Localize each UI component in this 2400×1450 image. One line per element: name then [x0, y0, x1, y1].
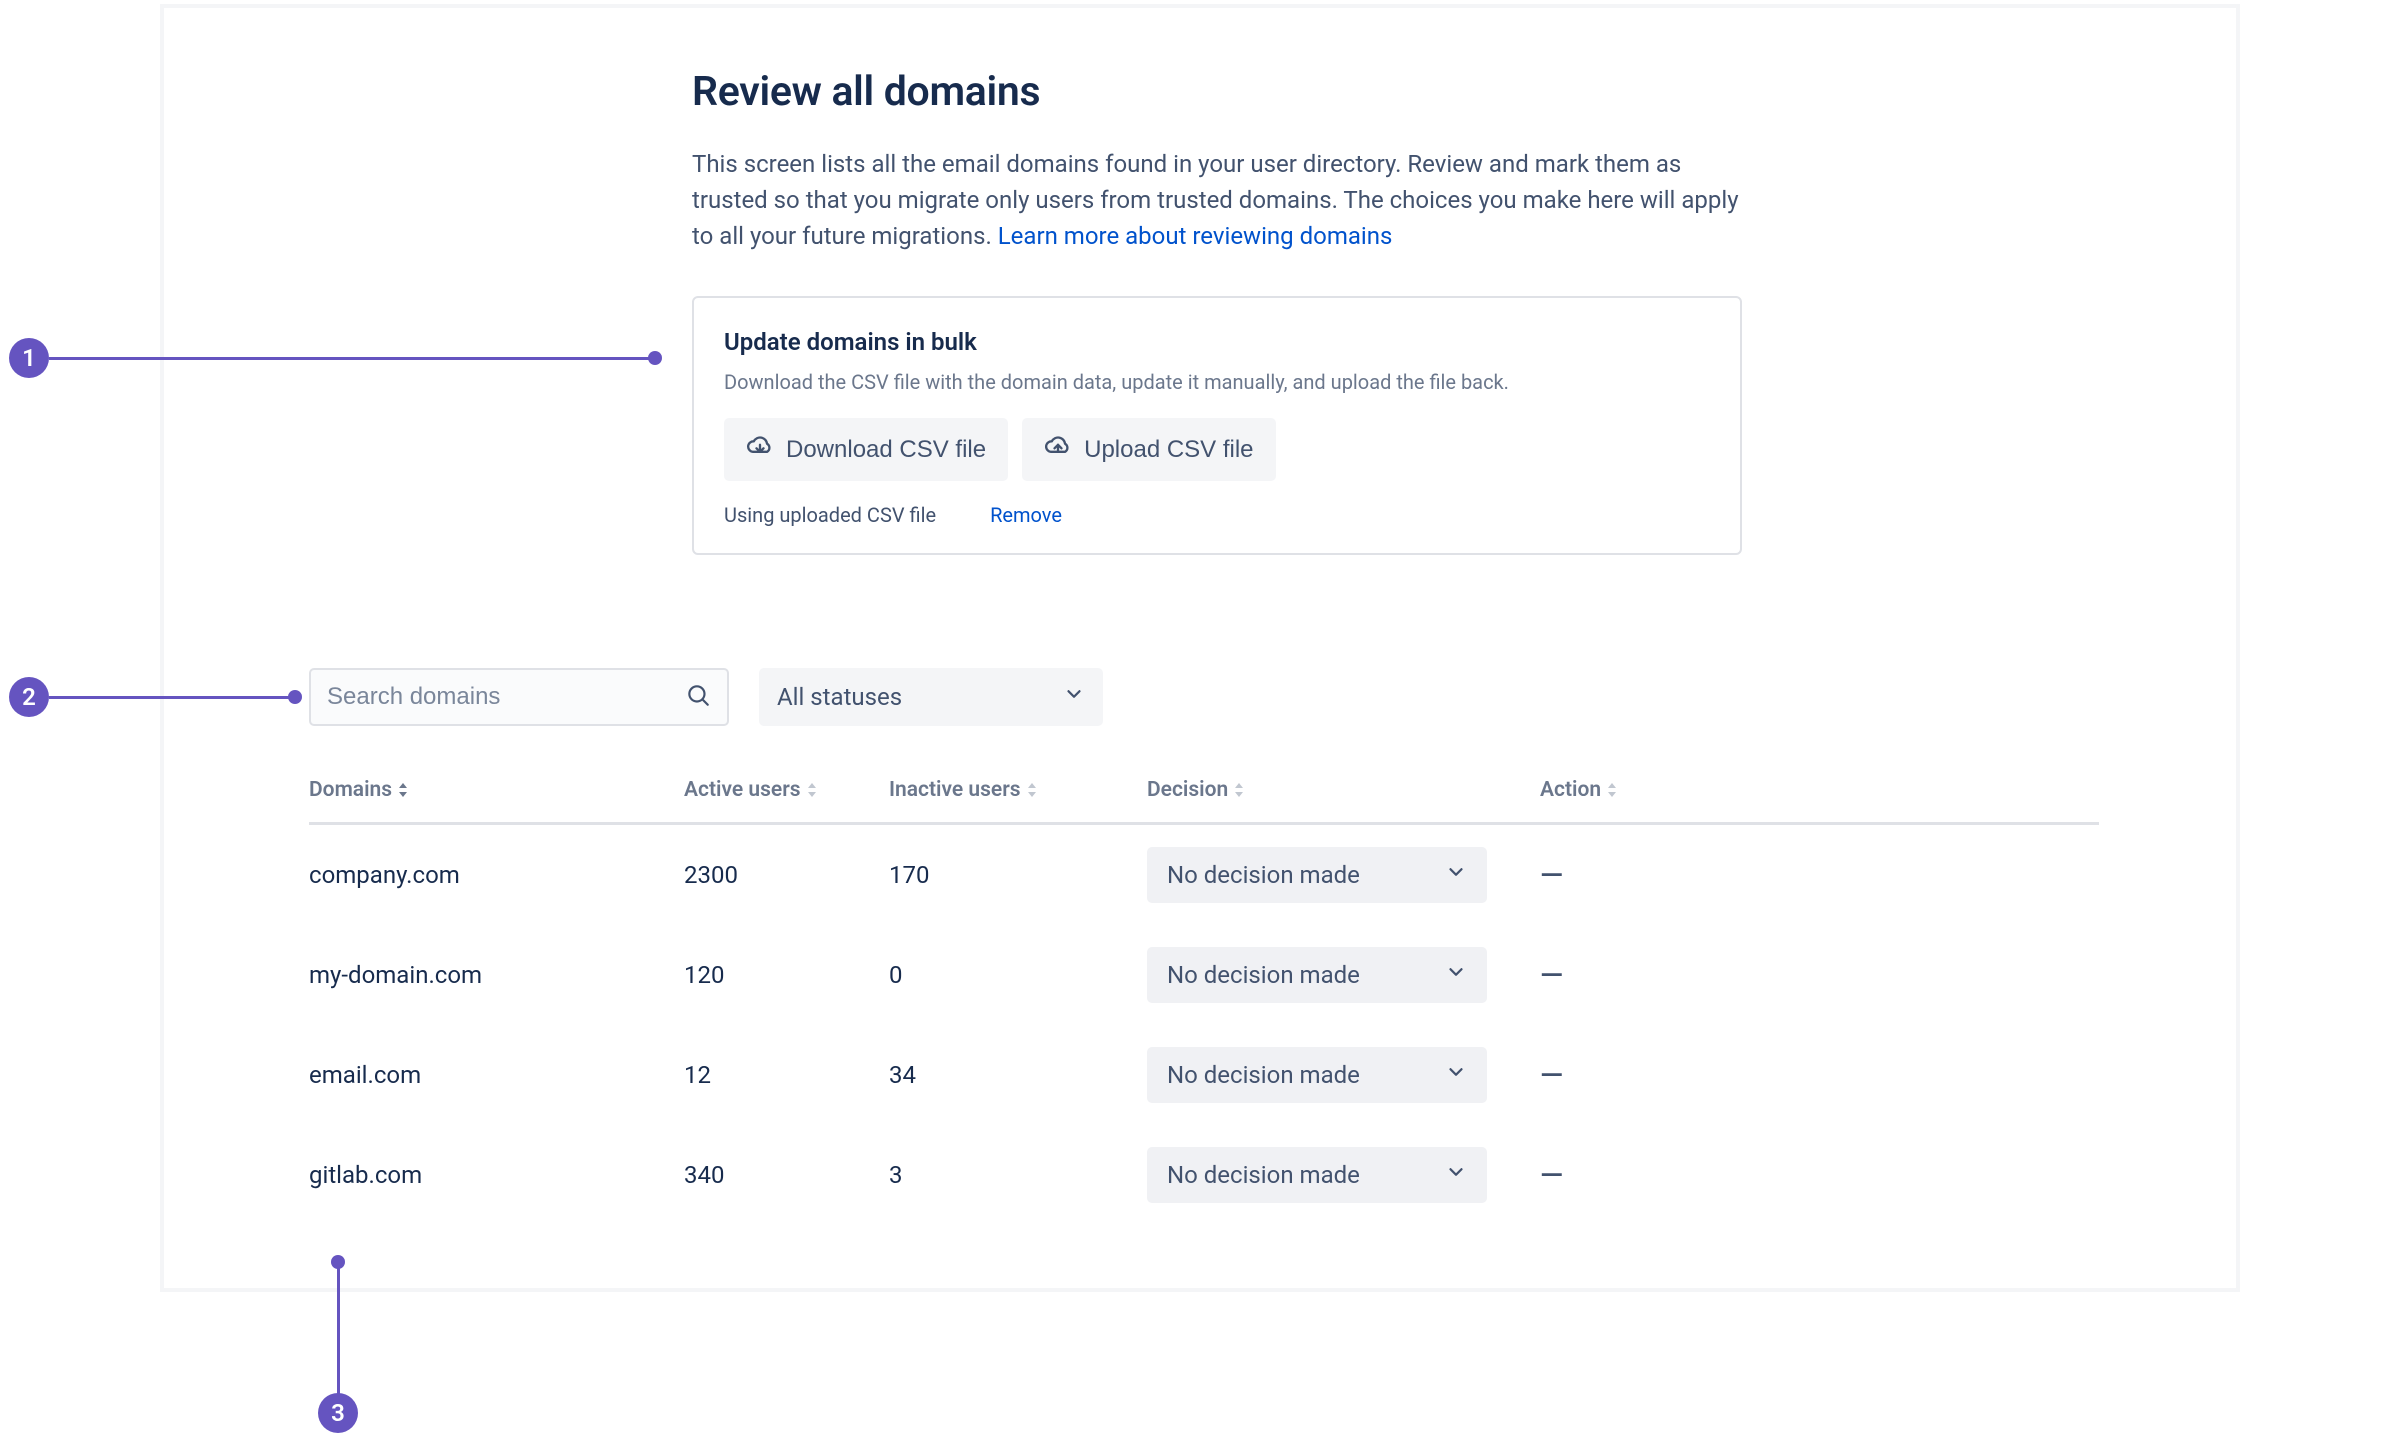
filters-row: All statuses	[309, 668, 1103, 726]
decision-select-label: No decision made	[1167, 861, 1360, 889]
cell-domain: my-domain.com	[309, 961, 684, 989]
col-action[interactable]: Action	[1540, 778, 2100, 802]
chevron-down-icon	[1445, 1161, 1467, 1189]
cell-active-users: 120	[684, 961, 889, 989]
callout-dot-2	[288, 690, 302, 704]
remove-csv-link[interactable]: Remove	[990, 503, 1062, 527]
col-action-label: Action	[1540, 778, 1601, 802]
cell-inactive-users: 3	[889, 1161, 1147, 1189]
status-filter-label: All statuses	[777, 683, 902, 711]
table-row: my-domain.com1200 No decision made —	[309, 925, 2099, 1025]
cell-active-users: 2300	[684, 861, 889, 889]
table-body: company.com2300170No decision made—my-do…	[309, 825, 2099, 1225]
download-csv-label: Download CSV file	[786, 436, 986, 464]
cell-action: —	[1540, 1058, 2100, 1093]
cell-active-users: 12	[684, 1061, 889, 1089]
decision-select-label: No decision made	[1167, 961, 1360, 989]
cloud-download-icon	[746, 432, 774, 467]
decision-select-label: No decision made	[1167, 1061, 1360, 1089]
chevron-down-icon	[1445, 961, 1467, 989]
callout-badge-1: 1	[9, 338, 49, 378]
callout-line-3	[337, 1267, 340, 1395]
bulk-title: Update domains in bulk	[724, 328, 1710, 356]
search-domains-box[interactable]	[309, 668, 729, 726]
col-domains-label: Domains	[309, 778, 392, 802]
cell-domain: company.com	[309, 861, 684, 889]
decision-select[interactable]: No decision made	[1147, 947, 1487, 1003]
col-active-label: Active users	[684, 778, 801, 802]
cell-inactive-users: 34	[889, 1061, 1147, 1089]
page-description: This screen lists all the email domains …	[692, 146, 1742, 254]
cell-action: —	[1540, 1158, 2100, 1193]
sort-icon	[398, 783, 408, 797]
upload-csv-button[interactable]: Upload CSV file	[1022, 418, 1275, 481]
callout-line-1	[49, 357, 649, 360]
cell-decision: No decision made	[1147, 1047, 1540, 1103]
status-filter-select[interactable]: All statuses	[759, 668, 1103, 726]
sort-icon	[1607, 783, 1617, 797]
sort-icon	[1234, 783, 1244, 797]
cell-action: —	[1540, 958, 2100, 993]
cell-domain: email.com	[309, 1061, 684, 1089]
col-domains[interactable]: Domains	[309, 778, 684, 802]
sort-icon	[807, 783, 817, 797]
callout-badge-3: 3	[318, 1393, 358, 1433]
callout-badge-2: 2	[9, 677, 49, 717]
search-input[interactable]	[327, 683, 685, 711]
cloud-upload-icon	[1044, 432, 1072, 467]
callout-dot-3	[331, 1255, 345, 1269]
cell-decision: No decision made	[1147, 1147, 1540, 1203]
table-row: gitlab.com3403 No decision made —	[309, 1125, 2099, 1225]
cell-active-users: 340	[684, 1161, 889, 1189]
app-frame: Review all domains This screen lists all…	[160, 4, 2240, 1292]
col-decision-label: Decision	[1147, 778, 1228, 802]
page-title: Review all domains	[692, 68, 2122, 116]
callout-line-2	[49, 696, 289, 699]
col-decision[interactable]: Decision	[1147, 778, 1540, 802]
main-content: Review all domains This screen lists all…	[692, 68, 2122, 555]
csv-status-text: Using uploaded CSV file	[724, 503, 936, 527]
table-row: email.com1234 No decision made —	[309, 1025, 2099, 1125]
cell-inactive-users: 0	[889, 961, 1147, 989]
cell-action: —	[1540, 858, 2100, 893]
callout-dot-1	[648, 351, 662, 365]
cell-decision: No decision made	[1147, 847, 1540, 903]
col-active-users[interactable]: Active users	[684, 778, 889, 802]
chevron-down-icon	[1063, 683, 1085, 711]
upload-csv-label: Upload CSV file	[1084, 436, 1253, 464]
cell-decision: No decision made	[1147, 947, 1540, 1003]
decision-select[interactable]: No decision made	[1147, 847, 1487, 903]
table-row: company.com2300170 No decision made —	[309, 825, 2099, 925]
bulk-buttons-row: Download CSV file Upload CSV file	[724, 418, 1710, 481]
cell-domain: gitlab.com	[309, 1161, 684, 1189]
search-icon	[685, 682, 711, 712]
bulk-description: Download the CSV file with the domain da…	[724, 370, 1710, 394]
table-header-row: Domains Active users Inactive users Deci…	[309, 778, 2099, 825]
decision-select[interactable]: No decision made	[1147, 1147, 1487, 1203]
decision-select-label: No decision made	[1167, 1161, 1360, 1189]
col-inactive-label: Inactive users	[889, 778, 1021, 802]
domains-table: Domains Active users Inactive users Deci…	[309, 778, 2099, 1225]
bulk-update-panel: Update domains in bulk Download the CSV …	[692, 296, 1742, 555]
sort-icon	[1027, 783, 1037, 797]
download-csv-button[interactable]: Download CSV file	[724, 418, 1008, 481]
cell-inactive-users: 170	[889, 861, 1147, 889]
bulk-footer: Using uploaded CSV file Remove	[724, 503, 1710, 527]
decision-select[interactable]: No decision made	[1147, 1047, 1487, 1103]
col-inactive-users[interactable]: Inactive users	[889, 778, 1147, 802]
learn-more-link[interactable]: Learn more about reviewing domains	[998, 222, 1393, 250]
chevron-down-icon	[1445, 861, 1467, 889]
chevron-down-icon	[1445, 1061, 1467, 1089]
